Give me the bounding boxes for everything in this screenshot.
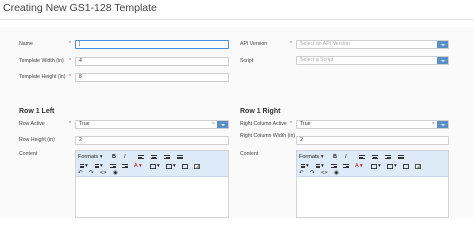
italic-button[interactable]: I: [124, 154, 126, 161]
api-version-select[interactable]: Select an API Version: [296, 40, 449, 49]
script-label: Script: [240, 58, 254, 64]
insert-block-icon[interactable]: [403, 164, 409, 169]
row1-right-section-title: Row 1 Right: [240, 108, 281, 115]
font-color-button[interactable]: A ▾: [355, 163, 363, 170]
undo-button[interactable]: ↶: [78, 170, 83, 177]
script-dropdown-toggle[interactable]: [437, 57, 448, 64]
align-right-icon[interactable]: [164, 155, 170, 161]
column-active-required-marker: *: [290, 121, 292, 127]
background-color-icon[interactable]: [150, 164, 156, 169]
redo-button[interactable]: ↷: [89, 170, 94, 177]
api-version-label: API Version: [240, 41, 268, 47]
indent-icon[interactable]: [122, 164, 128, 170]
page-title: Creating New GS1-128 Template: [3, 2, 157, 14]
template-height-required-marker: *: [69, 74, 71, 80]
template-width-label: Template Width (in): [19, 58, 64, 64]
align-right-icon[interactable]: [385, 155, 391, 161]
background-color-caret[interactable]: ▾: [157, 163, 160, 170]
column-active-label: Right Column Active: [240, 121, 287, 127]
template-height-input[interactable]: 8: [75, 73, 229, 82]
align-center-icon[interactable]: [372, 155, 378, 161]
template-height-label: Template Height (in): [19, 74, 66, 80]
right-editor-toolbar: Formats ▾ B I ▾ ▾ A ▾ ▾ ▾ ↶ ↷ <> ◉: [297, 151, 448, 177]
align-center-icon[interactable]: [151, 155, 157, 161]
row-active-label: Row Active: [19, 121, 45, 127]
italic-button[interactable]: I: [345, 154, 347, 161]
source-code-button[interactable]: <>: [321, 170, 327, 177]
left-content-label: Content: [19, 151, 38, 157]
bold-button[interactable]: B: [112, 154, 116, 161]
background-color-caret[interactable]: ▾: [378, 163, 381, 170]
right-content-editor[interactable]: Formats ▾ B I ▾ ▾ A ▾ ▾ ▾ ↶ ↷ <> ◉: [296, 150, 449, 218]
api-version-required-marker: *: [290, 41, 292, 47]
row-height-label: Row Height (in): [19, 137, 55, 143]
undo-button[interactable]: ↶: [299, 170, 304, 177]
redo-button[interactable]: ↷: [310, 170, 315, 177]
template-width-input[interactable]: 4: [75, 57, 229, 66]
font-color-button[interactable]: A ▾: [134, 163, 142, 170]
bullet-list-caret[interactable]: ▾: [306, 163, 309, 170]
align-justify-icon[interactable]: [177, 155, 183, 161]
left-content-editor[interactable]: Formats ▾ B I ▾ ▾ A ▾ ▾ ▾ ↶ ↷ <> ◉: [75, 150, 229, 218]
name-label: Name: [19, 41, 33, 47]
row-height-input[interactable]: 2: [75, 136, 229, 145]
row-active-value: True: [79, 121, 90, 127]
api-version-dropdown-toggle[interactable]: [437, 41, 448, 48]
formats-dropdown[interactable]: Formats ▾: [78, 154, 102, 161]
row1-left-section-title: Row 1 Left: [19, 108, 55, 115]
insert-image-icon[interactable]: [415, 164, 421, 169]
chevron-down-icon: [440, 59, 445, 62]
bold-button[interactable]: B: [333, 154, 337, 161]
formats-dropdown[interactable]: Formats ▾: [299, 154, 323, 161]
chevron-down-icon: [440, 123, 445, 126]
column-active-value: True: [300, 121, 311, 127]
bullet-list-caret[interactable]: ▾: [85, 163, 88, 170]
column-width-label: Right Column Width (in): [240, 133, 296, 139]
right-content-label: Content: [240, 151, 259, 157]
row-active-dropdown-toggle[interactable]: [217, 121, 228, 128]
align-justify-icon[interactable]: [398, 155, 404, 161]
table-icon[interactable]: [166, 164, 172, 169]
header-divider: [0, 19, 474, 20]
preview-eye-icon[interactable]: ◉: [334, 170, 339, 177]
template-width-required-marker: *: [69, 58, 71, 64]
insert-image-icon[interactable]: [194, 164, 200, 169]
name-required-marker: *: [69, 41, 71, 47]
row-active-select[interactable]: True ×: [75, 120, 229, 129]
table-caret[interactable]: ▾: [173, 163, 176, 170]
row-active-required-marker: *: [69, 121, 71, 127]
column-active-dropdown-toggle[interactable]: [437, 121, 448, 128]
align-left-icon[interactable]: [138, 155, 144, 161]
chevron-down-icon: [220, 123, 225, 126]
column-width-input[interactable]: 2: [296, 136, 449, 145]
column-active-clear-icon[interactable]: ×: [432, 121, 435, 128]
indent-icon[interactable]: [343, 164, 349, 170]
api-version-placeholder: Select an API Version: [300, 41, 350, 47]
preview-eye-icon[interactable]: ◉: [113, 170, 118, 177]
chevron-down-icon: [440, 43, 445, 46]
left-editor-toolbar: Formats ▾ B I ▾ ▾ A ▾ ▾ ▾ ↶ ↷ <> ◉: [76, 151, 228, 177]
align-left-icon[interactable]: [359, 155, 365, 161]
table-caret[interactable]: ▾: [394, 163, 397, 170]
numbered-list-caret[interactable]: ▾: [321, 163, 324, 170]
background-color-icon[interactable]: [371, 164, 377, 169]
insert-block-icon[interactable]: [182, 164, 188, 169]
column-active-select[interactable]: True ×: [296, 120, 449, 129]
script-select[interactable]: Select a Script: [296, 56, 449, 65]
name-input[interactable]: |: [75, 40, 229, 49]
source-code-button[interactable]: <>: [100, 170, 106, 177]
row-active-clear-icon[interactable]: ×: [212, 121, 215, 128]
script-placeholder: Select a Script: [300, 57, 334, 63]
table-icon[interactable]: [387, 164, 393, 169]
numbered-list-caret[interactable]: ▾: [100, 163, 103, 170]
